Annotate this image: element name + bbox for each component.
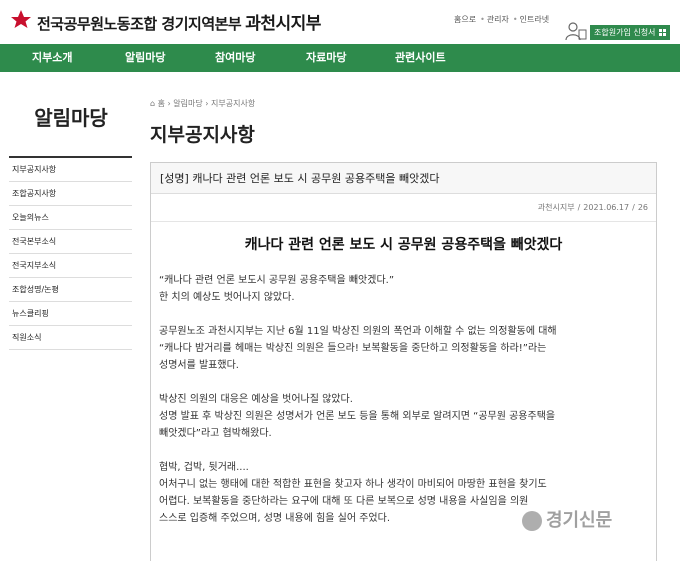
watermark-text: 경기신문 (546, 510, 613, 531)
separator-dot: • (512, 15, 518, 24)
breadcrumb-home[interactable]: 홈 (158, 99, 165, 108)
join-application-button[interactable]: 조합원가입 신청서 (590, 25, 670, 40)
main-nav: 지부소개 알림마당 참여마당 자료마당 관련사이트 (0, 44, 680, 72)
article-view: [성명] 캐나다 관련 언론 보도 시 공무원 공용주택을 빼앗겠다 과천시지부… (150, 162, 657, 561)
news-watermark: 경기신문 (522, 506, 674, 546)
home-icon[interactable]: ⌂ (150, 99, 155, 108)
page-title: 지부공지사항 (150, 124, 255, 146)
nav-item-notice[interactable]: 알림마당 (125, 44, 165, 72)
grid-icon (659, 29, 666, 36)
branch-name: 과천시지부 (245, 14, 321, 34)
nav-item-intro[interactable]: 지부소개 (32, 44, 72, 72)
article-paragraph: 박상진 의원의 대응은 예상을 벗어나질 않았다. 성명 발표 후 박상진 의원… (159, 391, 648, 442)
union-logo-icon[interactable] (10, 9, 32, 29)
separator-dot: • (480, 15, 485, 24)
chevron-right-icon: › (205, 99, 209, 108)
nav-item-related-sites[interactable]: 관련사이트 (395, 44, 446, 72)
paragraph-line: 성명서를 발표했다. (159, 360, 239, 371)
person-icon (565, 22, 587, 41)
paragraph-line: 어처구니 없는 행태에 대한 적합한 표현을 찾고자 하나 생각이 마비되어 마… (159, 479, 547, 490)
meta-separator: / (632, 203, 635, 212)
admin-link[interactable]: 관리자 (487, 15, 509, 24)
org-name: 전국공무원노동조합 경기지역본부 (37, 15, 242, 33)
article-heading: 캐나다 관련 언론 보도 시 공무원 공용주택을 빼앗겠다 (244, 237, 563, 253)
nav-item-participation[interactable]: 참여마당 (215, 44, 255, 72)
article-date: 2021.06.17 (583, 203, 630, 212)
article-paragraph: “캐나다 관련 언론 보도시 공무원 공용주택을 빼앗겠다.” 한 치의 예상도… (159, 272, 648, 306)
paragraph-line: 공무원노조 과천시지부는 지난 6월 11일 박상진 의원의 폭언과 이해할 수… (159, 326, 557, 337)
nav-item-resources[interactable]: 자료마당 (306, 44, 346, 72)
sidebar-item-statements[interactable]: 조합성명/논평 (9, 278, 132, 302)
article-body: 캐나다 관련 언론 보도 시 공무원 공용주택을 빼앗겠다 “캐나다 관련 언론… (151, 234, 656, 527)
watermark-logo-icon (522, 511, 542, 531)
paragraph-line: “캐나다 밤거리를 헤매는 박상진 의원은 들으라! 보복활동을 중단하고 의정… (159, 343, 547, 354)
sidebar-item-branch-notice[interactable]: 지부공지사항 (9, 158, 132, 182)
breadcrumb-level2[interactable]: 지부공지사항 (211, 99, 255, 108)
sidebar-item-staff-news[interactable]: 직원소식 (9, 326, 132, 350)
chevron-right-icon: › (167, 99, 171, 108)
paragraph-line: 빼앗겠다”라고 협박해왔다. (159, 428, 272, 439)
join-label: 조합원가입 신청서 (594, 28, 656, 37)
sidebar-item-news-clipping[interactable]: 뉴스클리핑 (9, 302, 132, 326)
article-author: 과천시지부 (537, 203, 575, 212)
intranet-link[interactable]: 인트라넷 (520, 15, 549, 24)
sidebar-item-union-notice[interactable]: 조합공지사항 (9, 182, 132, 206)
sidebar-item-hq-news[interactable]: 전국본부소식 (9, 230, 132, 254)
paragraph-line: 성명 발표 후 박상진 의원은 성명서가 언론 보도 등을 통해 외부로 알려지… (159, 411, 556, 422)
article-views: 26 (637, 203, 648, 212)
sidebar-menu: 지부공지사항 조합공지사항 오늘의뉴스 전국본부소식 전국지부소식 조합성명/논… (9, 156, 132, 350)
sidebar-item-branch-news[interactable]: 전국지부소식 (9, 254, 132, 278)
paragraph-line: “캐나다 관련 언론 보도시 공무원 공용주택을 빼앗겠다.” (159, 275, 395, 286)
sidebar-title: 알림마당 (34, 106, 108, 130)
article-paragraph: 공무원노조 과천시지부는 지난 6월 11일 박상진 의원의 폭언과 이해할 수… (159, 323, 648, 374)
paragraph-line: 한 치의 예상도 벗어나지 않았다. (159, 292, 295, 303)
article-title: [성명] 캐나다 관련 언론 보도 시 공무원 공용주택을 빼앗겠다 (151, 163, 656, 194)
paragraph-line: 박상진 의원의 대응은 예상을 벗어나질 않았다. (159, 394, 353, 405)
top-links: 홈으로 • 관리자 • 인트라넷 (454, 14, 551, 25)
home-link[interactable]: 홈으로 (454, 15, 476, 24)
site-header: 전국공무원노동조합 경기지역본부 과천시지부 홈으로 • 관리자 • 인트라넷 조합원가입… (0, 0, 680, 44)
breadcrumb-level1[interactable]: 알림마당 (173, 99, 202, 108)
sidebar-item-today-news[interactable]: 오늘의뉴스 (9, 206, 132, 230)
breadcrumb: ⌂ 홈 › 알림마당 › 지부공지사항 (150, 98, 255, 109)
meta-separator: / (577, 203, 581, 212)
site-logo[interactable]: 전국공무원노동조합 경기지역본부 과천시지부 (37, 9, 321, 34)
paragraph-line: 협박, 겁박, 뒷거래.... (159, 462, 249, 473)
article-meta: 과천시지부/2021.06.17/26 (151, 194, 656, 222)
